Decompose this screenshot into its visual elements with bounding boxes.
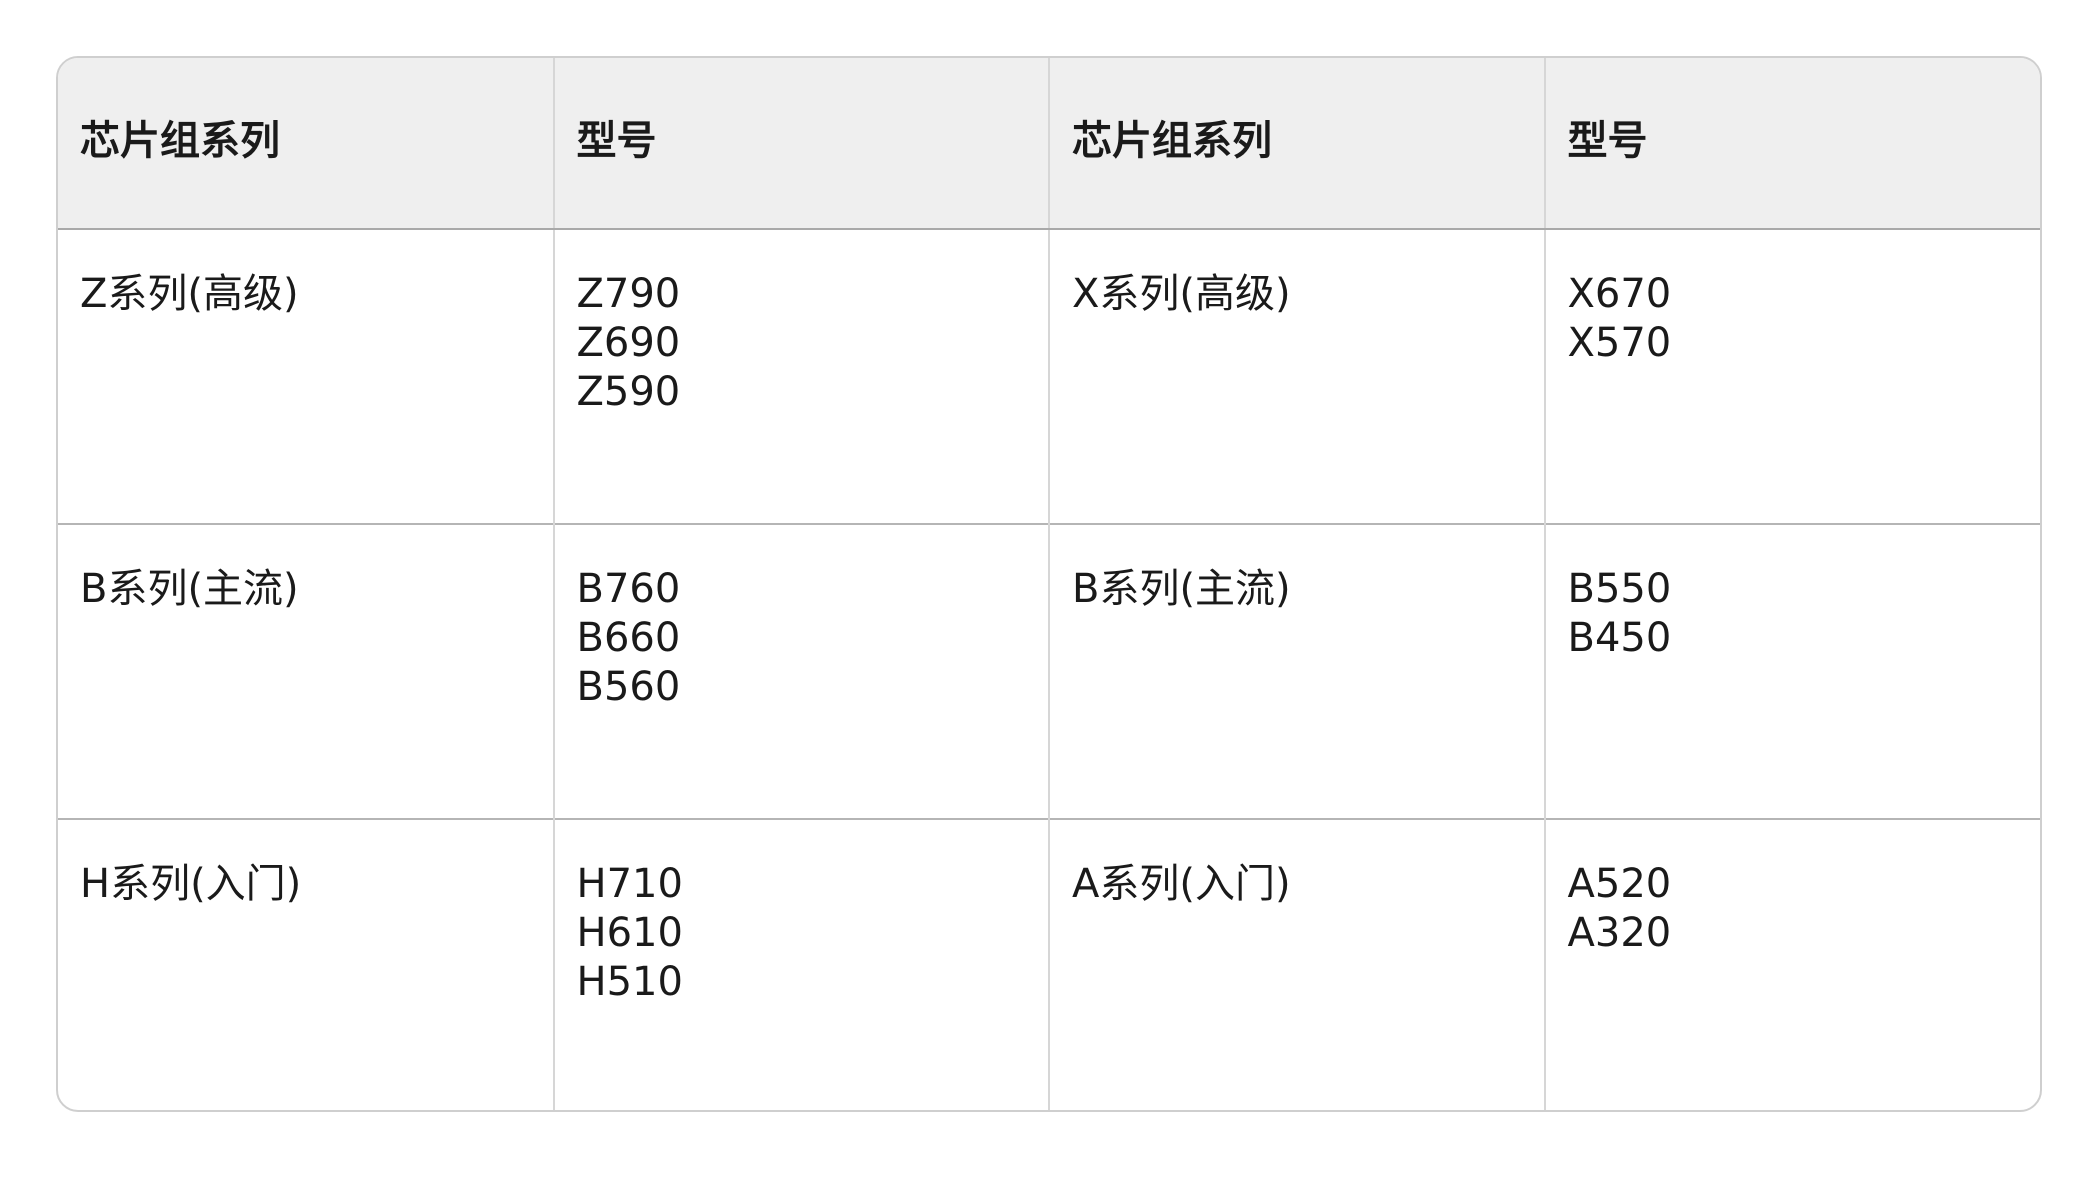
model-item: H510 [576, 959, 683, 1005]
model-item: A520 [1567, 861, 1672, 907]
table-header: 芯片组系列 型号 芯片组系列 型号 [58, 58, 2040, 230]
header-cell-models-1: 型号 [552, 58, 1049, 230]
models-cell: H710 H610 H510 [552, 818, 1049, 1110]
models-cell: X670 X570 [1543, 229, 2040, 524]
series-cell: H系列(入门) [58, 818, 554, 1110]
series-cell: Z系列(高级) [80, 271, 299, 317]
model-item: B450 [1567, 615, 1672, 661]
table-body: Z系列(高级) Z790 Z690 Z590 X系列(高级) X670 X570… [58, 229, 2040, 1110]
model-item: Z790 [576, 271, 681, 317]
models-cell: B760 B660 B560 [552, 523, 1049, 819]
model-item: B760 [576, 566, 681, 612]
model-item: B560 [576, 664, 681, 710]
table-row: H系列(入门) H710 H610 H510 A系列(入门) A520 A320 [58, 818, 2040, 1110]
model-item: B550 [1567, 566, 1672, 612]
chipset-table: 芯片组系列 型号 芯片组系列 型号 Z系列(高级) Z790 Z690 Z590… [58, 58, 2040, 1110]
series-cell: A系列(入门) [1048, 818, 1545, 1110]
chipset-table-card: 芯片组系列 型号 芯片组系列 型号 Z系列(高级) Z790 Z690 Z590… [56, 56, 2042, 1112]
series-cell: B系列(主流) [1048, 523, 1545, 819]
models-cell: Z790 Z690 Z590 [552, 229, 1049, 524]
model-item: X570 [1567, 320, 1672, 366]
header-row: 芯片组系列 型号 芯片组系列 型号 [58, 58, 2040, 230]
model-item: A320 [1567, 910, 1672, 956]
model-item: H610 [576, 910, 683, 956]
model-item: Z690 [576, 320, 681, 366]
series-cell: B系列(主流) [58, 523, 554, 819]
table-row: B系列(主流) B760 B660 B560 B系列(主流) B550 B450 [58, 523, 2040, 819]
series-cell: X系列(高级) [1048, 229, 1545, 524]
model-item: H710 [576, 861, 683, 907]
models-cell: B550 B450 [1543, 523, 2040, 819]
header-cell-models-2: 型号 [1543, 58, 2040, 230]
header-cell-series-2: 芯片组系列 [1048, 58, 1545, 230]
table-row: Z系列(高级) Z790 Z690 Z590 X系列(高级) X670 X570 [58, 229, 2040, 524]
model-item: B660 [576, 615, 681, 661]
header-cell-series-1: 芯片组系列 [58, 58, 554, 230]
model-item: Z590 [576, 369, 681, 415]
models-cell: A520 A320 [1543, 818, 2040, 1110]
model-item: X670 [1567, 271, 1672, 317]
